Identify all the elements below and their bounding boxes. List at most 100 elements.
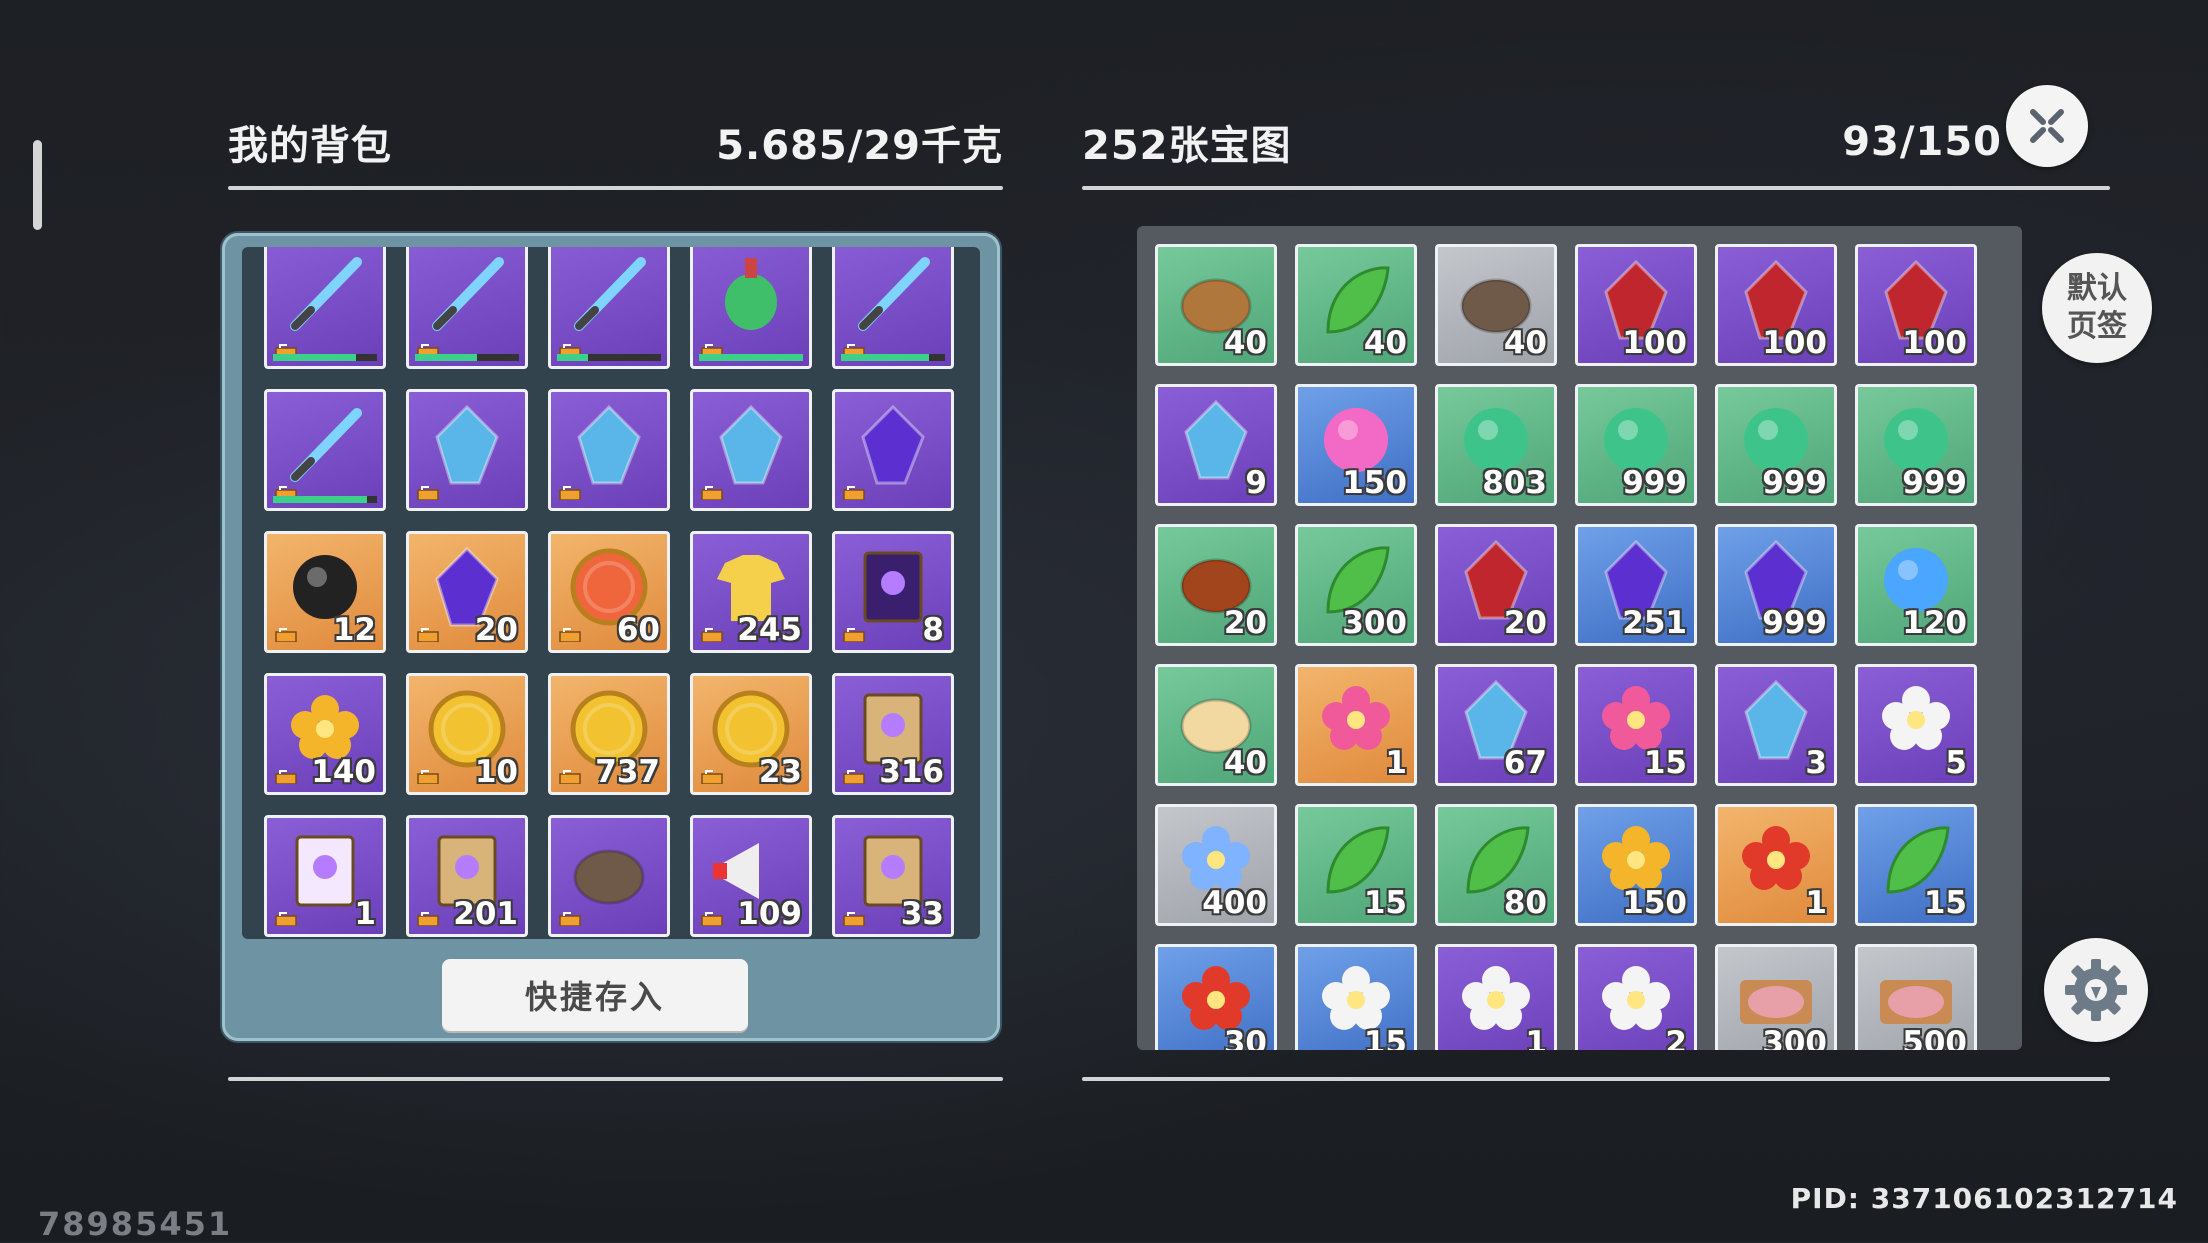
bag-slot[interactable]: 33 xyxy=(832,815,954,937)
lock-icon xyxy=(559,626,581,643)
treasure-slot[interactable]: 100 xyxy=(1575,244,1697,366)
lock-icon xyxy=(417,484,439,501)
bag-slot[interactable]: 109 xyxy=(690,815,812,937)
treasure-slot[interactable]: 1 xyxy=(1435,944,1557,1050)
treasure-slot[interactable]: 40 xyxy=(1435,244,1557,366)
bag-slot[interactable] xyxy=(264,247,386,369)
settings-button[interactable] xyxy=(2044,938,2148,1042)
bag-slot[interactable] xyxy=(690,247,812,369)
bag-slot[interactable] xyxy=(264,389,386,511)
treasure-slot[interactable]: 15 xyxy=(1855,804,1977,926)
treasure-slot[interactable]: 803 xyxy=(1435,384,1557,506)
treasure-slot[interactable]: 999 xyxy=(1715,384,1837,506)
bag-slot[interactable]: 1 xyxy=(264,815,386,937)
treasure-header-rule xyxy=(1082,186,2110,190)
bag-slot[interactable] xyxy=(690,389,812,511)
side-drawer-handle[interactable] xyxy=(33,140,42,230)
item-count: 316 xyxy=(879,754,944,790)
item-count: 500 xyxy=(1902,1025,1967,1050)
sword-icon xyxy=(277,247,373,346)
bag-slot[interactable]: 20 xyxy=(406,531,528,653)
bag-slot[interactable]: 12 xyxy=(264,531,386,653)
item-count: 100 xyxy=(1622,325,1687,361)
bag-slot[interactable]: 201 xyxy=(406,815,528,937)
bag-slot[interactable]: 8 xyxy=(832,531,954,653)
treasure-slot[interactable]: 15 xyxy=(1575,664,1697,786)
gourd-bottle-icon xyxy=(703,247,799,346)
item-count: 300 xyxy=(1762,1025,1827,1050)
treasure-slot[interactable]: 300 xyxy=(1715,944,1837,1050)
bag-slot[interactable] xyxy=(406,247,528,369)
quick-store-button[interactable]: 快捷存入 xyxy=(442,959,748,1031)
bag-scroll-area[interactable]: 12 20 60 245 8 140 10 737 23 316 1 201 109 33 xyxy=(242,247,980,939)
bag-slot[interactable]: 316 xyxy=(832,673,954,795)
item-count: 15 xyxy=(1643,745,1687,781)
treasure-slot[interactable]: 2 xyxy=(1575,944,1697,1050)
item-count: 3 xyxy=(1805,745,1827,781)
bag-slot[interactable] xyxy=(832,247,954,369)
treasure-slot[interactable]: 40 xyxy=(1155,244,1277,366)
item-count: 30 xyxy=(1223,1025,1267,1050)
lock-icon xyxy=(275,626,297,643)
treasure-slot[interactable]: 20 xyxy=(1435,524,1557,646)
treasure-slot[interactable]: 1 xyxy=(1295,664,1417,786)
item-count: 999 xyxy=(1762,465,1827,501)
treasure-slot[interactable]: 100 xyxy=(1855,244,1977,366)
item-count: 40 xyxy=(1363,325,1407,361)
bag-slot[interactable] xyxy=(832,389,954,511)
close-button[interactable] xyxy=(2006,85,2088,167)
treasure-slot[interactable]: 20 xyxy=(1155,524,1277,646)
treasure-slot[interactable]: 67 xyxy=(1435,664,1557,786)
item-count: 300 xyxy=(1342,605,1407,641)
bag-slot[interactable] xyxy=(548,815,670,937)
lock-icon xyxy=(701,626,723,643)
treasure-slot[interactable]: 150 xyxy=(1575,804,1697,926)
bag-weight: 5.685/29千克 xyxy=(716,123,1003,169)
treasure-footer-rule xyxy=(1082,1077,2110,1081)
treasure-slot[interactable]: 3 xyxy=(1715,664,1837,786)
item-count: 12 xyxy=(332,612,376,648)
bag-slot[interactable] xyxy=(548,389,670,511)
treasure-slot[interactable]: 300 xyxy=(1295,524,1417,646)
bag-slot[interactable] xyxy=(548,247,670,369)
treasure-slot[interactable]: 150 xyxy=(1295,384,1417,506)
treasure-slot[interactable]: 999 xyxy=(1855,384,1977,506)
treasure-slot[interactable]: 80 xyxy=(1435,804,1557,926)
treasure-slot[interactable]: 999 xyxy=(1575,384,1697,506)
bag-slot[interactable]: 23 xyxy=(690,673,812,795)
purple-gem-amulet-icon xyxy=(845,397,941,497)
bag-slot[interactable]: 140 xyxy=(264,673,386,795)
durability-bar xyxy=(699,354,803,361)
treasure-slot[interactable]: 40 xyxy=(1155,664,1277,786)
item-count: 9 xyxy=(1245,465,1267,501)
item-count: 20 xyxy=(474,612,518,648)
treasure-panel[interactable]: 40 40 40 100 100 100 9 150 803 999 999 999 20 300 20 25… xyxy=(1137,226,2022,1050)
treasure-slot[interactable]: 999 xyxy=(1715,524,1837,646)
bag-slot[interactable]: 60 xyxy=(548,531,670,653)
treasure-slot[interactable]: 400 xyxy=(1155,804,1277,926)
treasure-slot[interactable]: 120 xyxy=(1855,524,1977,646)
bag-slot[interactable]: 737 xyxy=(548,673,670,795)
treasure-slot[interactable]: 1 xyxy=(1715,804,1837,926)
item-count: 15 xyxy=(1363,1025,1407,1050)
treasure-slot[interactable]: 40 xyxy=(1295,244,1417,366)
treasure-slot[interactable]: 251 xyxy=(1575,524,1697,646)
treasure-slot[interactable]: 9 xyxy=(1155,384,1277,506)
treasure-slot[interactable]: 5 xyxy=(1855,664,1977,786)
treasure-slot[interactable]: 100 xyxy=(1715,244,1837,366)
treasure-slot[interactable]: 30 xyxy=(1155,944,1277,1050)
bag-slot[interactable]: 245 xyxy=(690,531,812,653)
item-count: 1 xyxy=(1805,885,1827,921)
item-count: 201 xyxy=(453,896,518,932)
lock-icon xyxy=(843,626,865,643)
default-tab-button[interactable]: 默认 页签 xyxy=(2042,253,2152,363)
treasure-slot[interactable]: 500 xyxy=(1855,944,1977,1050)
bag-slot[interactable]: 10 xyxy=(406,673,528,795)
user-id-watermark: 78985451 xyxy=(38,1205,233,1243)
treasure-slot[interactable]: 15 xyxy=(1295,944,1417,1050)
bag-slot[interactable] xyxy=(406,389,528,511)
treasure-slot[interactable]: 15 xyxy=(1295,804,1417,926)
durability-bar xyxy=(273,496,377,503)
lock-icon xyxy=(275,910,297,927)
gear-icon xyxy=(2065,959,2127,1021)
